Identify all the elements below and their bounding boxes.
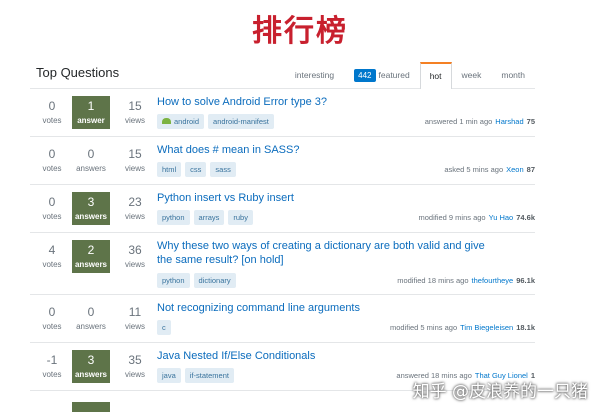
tag-list: java if-statement <box>157 368 234 383</box>
tag-list: android android-manifest <box>157 114 274 129</box>
question-row: 0 votes 1 answer 15 views How to solve Android… <box>30 89 535 137</box>
tab-interesting[interactable]: interesting <box>285 62 344 87</box>
question-title-link[interactable]: Python insert vs Ruby insert <box>157 191 497 205</box>
user-link[interactable]: Tim Biegeleisen <box>460 323 513 332</box>
tag-arrays[interactable]: arrays <box>193 210 225 225</box>
question-list: 0 votes 1 answer 15 views How to solve Android… <box>30 89 535 391</box>
watermark: 知乎 @皮浪养的一只猪 <box>412 382 588 402</box>
user-reputation: 18.1k <box>516 323 535 332</box>
user-reputation: 74.6k <box>516 213 535 222</box>
answers-count: 2 answers <box>72 240 110 273</box>
user-link[interactable]: thefourtheye <box>472 276 514 285</box>
answer-count-stub <box>72 402 110 412</box>
views-count: 23 views <box>124 195 145 221</box>
question-title-link[interactable]: Why these two ways of creating a diction… <box>157 239 497 267</box>
tag-list: python arrays ruby <box>157 210 253 225</box>
tag-c[interactable]: c <box>157 320 171 335</box>
tag-android-manifest[interactable]: android-manifest <box>208 114 274 129</box>
user-link[interactable]: Harshad <box>495 117 523 126</box>
featured-count-badge: 442 <box>354 69 376 82</box>
answers-count: 3 answers <box>72 350 110 383</box>
tag-list: c <box>157 320 171 335</box>
tag-android[interactable]: android <box>157 114 205 129</box>
question-activity: asked 5 mins ago Xeon 87 <box>444 165 535 174</box>
question-row: 0 votes 0 answers 11 views Not recognizing com… <box>30 295 535 343</box>
answers-count: 3 answers <box>72 192 110 225</box>
tab-month[interactable]: month <box>491 62 535 87</box>
question-title-link[interactable]: Java Nested If/Else Conditionals <box>157 349 497 363</box>
question-title-link[interactable]: Not recognizing command line arguments <box>157 301 497 315</box>
tag-sass[interactable]: sass <box>210 162 236 177</box>
user-link[interactable]: Xeon <box>506 165 524 174</box>
votes-count: 0 votes <box>42 305 62 331</box>
tab-featured[interactable]: 442 featured <box>344 62 420 87</box>
banner-title: 排行榜 <box>252 14 348 49</box>
views-count: 15 views <box>124 99 145 125</box>
views-count: 36 views <box>124 243 145 269</box>
questions-header: Top Questions interesting 442 featured ho… <box>30 58 535 89</box>
votes-count: 0 votes <box>42 147 62 173</box>
tag-python[interactable]: python <box>157 210 190 225</box>
tag-java[interactable]: java <box>157 368 181 383</box>
android-icon <box>162 118 171 124</box>
sort-tabs: interesting 442 featured hot week month <box>285 62 535 89</box>
tag-python[interactable]: python <box>157 273 190 288</box>
tag-dictionary[interactable]: dictionary <box>193 273 236 288</box>
user-reputation: 87 <box>526 165 535 174</box>
votes-count: 0 votes <box>42 195 62 221</box>
question-title-link[interactable]: How to solve Android Error type 3? <box>157 95 497 109</box>
tab-hot[interactable]: hot <box>419 62 452 89</box>
tag-html[interactable]: html <box>157 162 182 177</box>
views-count: 35 views <box>124 353 145 379</box>
question-row: 0 votes 0 answers 15 views What does # mean in… <box>30 137 535 185</box>
user-link[interactable]: Yu Hao <box>489 213 514 222</box>
tag-ruby[interactable]: ruby <box>228 210 253 225</box>
views-count: 15 views <box>124 147 145 173</box>
tag-list: html css sass <box>157 162 236 177</box>
answers-count: 1 answer <box>72 96 110 129</box>
votes-count: 4 votes <box>42 243 62 269</box>
user-reputation: 96.1k <box>516 276 535 285</box>
question-activity: answered 1 min ago Harshad 75 <box>424 117 535 126</box>
page-title: Top Questions <box>36 65 120 80</box>
question-title-link[interactable]: What does # mean in SASS? <box>157 143 497 157</box>
answers-count: 0 answers <box>76 147 106 173</box>
question-row: 4 votes 2 answers 36 views Why these two ways … <box>30 233 535 295</box>
tab-week[interactable]: week <box>452 62 492 87</box>
banner: 排行榜 <box>0 0 600 52</box>
views-count: 11 views <box>124 305 145 331</box>
votes-count: -1 votes <box>42 353 62 379</box>
question-activity: modified 9 mins ago Yu Hao 74.6k <box>418 213 535 222</box>
answers-count: 0 answers <box>76 305 106 331</box>
votes-count: 0 votes <box>42 99 62 125</box>
tag-list: python dictionary <box>157 273 236 288</box>
user-reputation: 75 <box>526 117 535 126</box>
tag-if-statement[interactable]: if-statement <box>184 368 234 383</box>
question-activity: modified 5 mins ago Tim Biegeleisen 18.1k <box>390 323 535 332</box>
tag-css[interactable]: css <box>185 162 207 177</box>
question-activity: modified 18 mins ago thefourtheye 96.1k <box>397 276 535 285</box>
question-row: 0 votes 3 answers 23 views Python insert vs Ru… <box>30 185 535 233</box>
